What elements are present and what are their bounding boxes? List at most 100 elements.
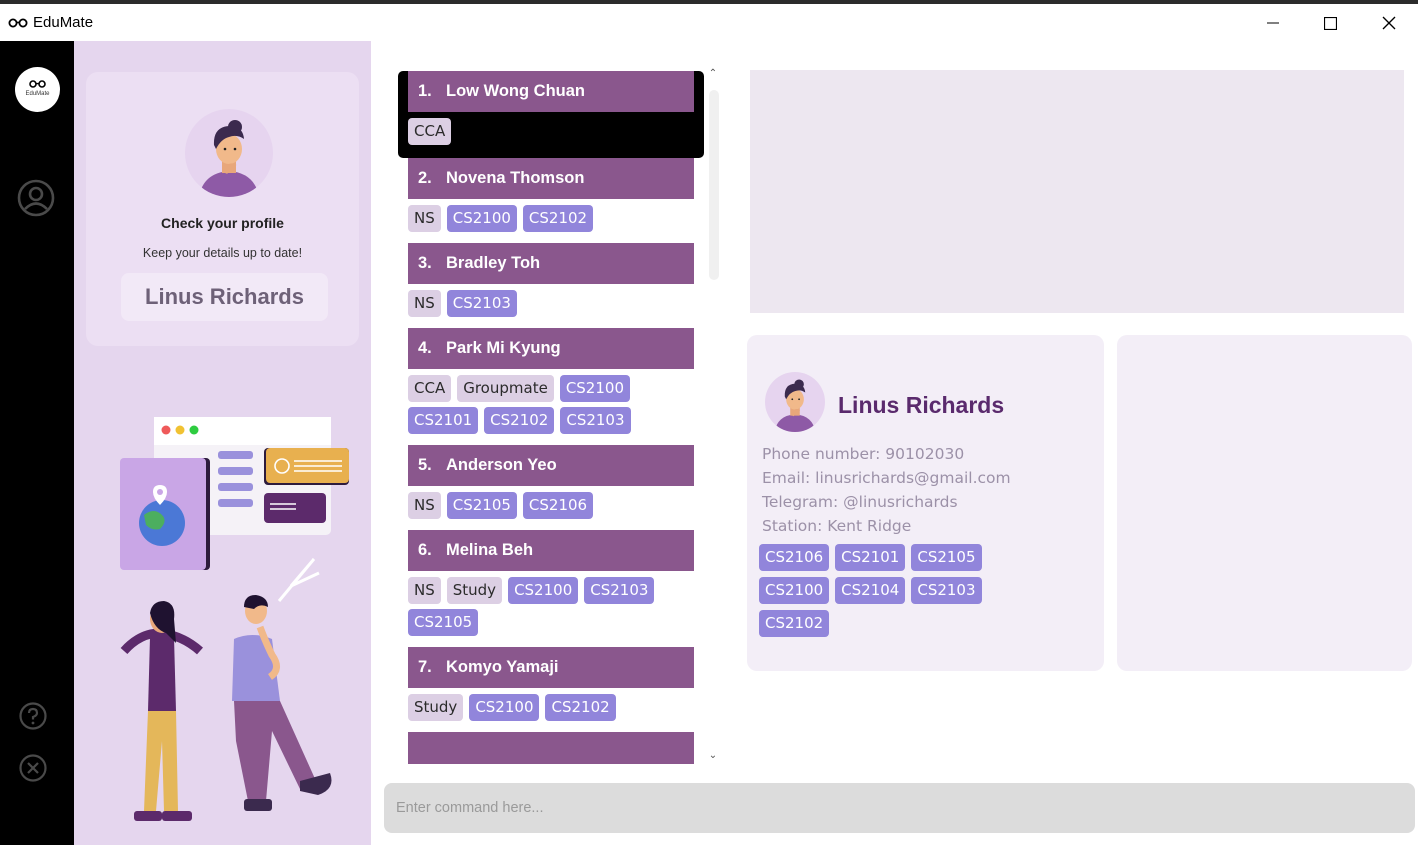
nav-rail: EduMate <box>0 41 74 845</box>
group-tag: NS <box>408 205 441 232</box>
contact-detail-card: Linus Richards Phone number: 90102030 Em… <box>747 335 1104 671</box>
module-tag: CS2106 <box>759 544 830 571</box>
module-tag: CS2102 <box>759 610 830 637</box>
exit-icon[interactable] <box>18 753 48 783</box>
profile-card-subtitle: Keep your details up to date! <box>142 246 303 260</box>
glasses-icon <box>8 18 28 28</box>
scroll-up-icon[interactable]: ⌃ <box>706 68 720 79</box>
detail-module-tags: CS2106 CS2101 CS2105 CS2100 CS2104 CS2103 CS21… <box>759 544 1059 643</box>
profile-card: Check your profile Keep your details up … <box>86 72 359 346</box>
contact-header[interactable]: 2. Novena Thomson <box>408 158 694 199</box>
group-tag: NS <box>408 577 441 604</box>
title-bar: EduMate <box>0 4 1418 41</box>
close-icon <box>1382 16 1396 30</box>
command-input[interactable] <box>384 783 1415 833</box>
module-tag: CS2102 <box>522 205 594 232</box>
contact-header[interactable]: 1. Low Wong Chuan <box>408 71 694 112</box>
list-item[interactable]: 2. Novena Thomson NS CS2100 CS2102 <box>398 158 704 243</box>
detail-station: Station: Kent Ridge <box>762 517 912 535</box>
profile-panel: Check your profile Keep your details up … <box>74 41 371 845</box>
module-tag: CS2100 <box>759 577 830 604</box>
side-card <box>1117 335 1412 671</box>
contact-header[interactable]: 6. Melina Beh <box>408 530 694 571</box>
maximize-icon <box>1323 16 1337 30</box>
help-icon[interactable] <box>18 701 48 731</box>
list-item[interactable]: 1. Low Wong Chuan CCA <box>398 71 704 158</box>
app-logo: EduMate <box>15 67 60 112</box>
module-tag: CS2105 <box>408 609 479 636</box>
contact-name: Park Mi Kyung <box>446 339 561 357</box>
contact-header[interactable]: 3. Bradley Toh <box>408 243 694 284</box>
list-item[interactable]: 6. Melina Beh NS Study CS2100 CS2103 CS2105 <box>398 530 704 647</box>
contact-index: 3. <box>418 254 432 272</box>
contact-name: Novena Thomson <box>446 169 585 187</box>
module-tag: CS2105 <box>911 544 982 571</box>
profile-icon[interactable] <box>17 179 55 217</box>
module-tag: CS2103 <box>584 577 655 604</box>
group-tag: CCA <box>408 375 452 402</box>
detail-phone: Phone number: 90102030 <box>762 445 965 463</box>
module-tag: CS2100 <box>559 375 630 402</box>
detail-panel: Linus Richards Phone number: 90102030 Em… <box>734 54 1418 771</box>
group-tag: NS <box>408 492 441 519</box>
module-tag: CS2101 <box>835 544 906 571</box>
module-tag: CS2103 <box>911 577 982 604</box>
contact-index: 7. <box>418 658 432 676</box>
module-tag: CS2100 <box>446 205 517 232</box>
list-item[interactable]: 5. Anderson Yeo NS CS2105 CS2106 <box>398 445 704 530</box>
maximize-button[interactable] <box>1307 8 1353 38</box>
contact-list[interactable]: 1. Low Wong Chuan CCA 2. Novena Thomson NS CS2… <box>398 68 704 764</box>
module-tag: CS2103 <box>446 290 517 317</box>
module-tag: CS2106 <box>522 492 594 519</box>
contact-tags: CCA <box>408 112 694 158</box>
group-tag: Groupmate <box>457 375 554 402</box>
group-tag: Study <box>446 577 503 604</box>
contact-tags: NS CS2103 <box>408 284 694 328</box>
group-tag: Study <box>408 694 464 721</box>
list-item[interactable]: 4. Park Mi Kyung CCA Groupmate CS2100 CS2101 C… <box>398 328 704 445</box>
module-tag: CS2102 <box>545 694 616 721</box>
module-tag: CS2102 <box>484 407 555 434</box>
list-item[interactable] <box>398 732 704 764</box>
glasses-icon <box>29 80 46 88</box>
profile-name[interactable]: Linus Richards <box>121 273 328 321</box>
detail-email: Email: linusrichards@gmail.com <box>762 469 1011 487</box>
list-scrollbar[interactable]: ⌃ ⌄ <box>706 68 720 764</box>
contact-header[interactable]: 5. Anderson Yeo <box>408 445 694 486</box>
contact-tags: NS Study CS2100 CS2103 CS2105 <box>408 571 694 647</box>
contact-tags: NS CS2105 CS2106 <box>408 486 694 530</box>
profile-card-title: Check your profile <box>161 215 284 231</box>
contact-tags: NS CS2100 CS2102 <box>408 199 694 243</box>
avatar <box>185 109 273 197</box>
contact-header[interactable] <box>408 732 694 764</box>
module-tag: CS2101 <box>408 407 479 434</box>
contact-index: 6. <box>418 541 432 559</box>
module-tag: CS2104 <box>835 577 906 604</box>
contact-name: Bradley Toh <box>446 254 541 272</box>
minimize-icon <box>1267 22 1279 24</box>
module-tag: CS2103 <box>560 407 631 434</box>
contact-name: Melina Beh <box>446 541 534 559</box>
group-tag: CCA <box>408 118 452 145</box>
module-tag: CS2105 <box>446 492 517 519</box>
detail-name: Linus Richards <box>838 392 1005 418</box>
group-tag: NS <box>408 290 441 317</box>
contact-index: 5. <box>418 456 432 474</box>
contact-tags: CCA Groupmate CS2100 CS2101 CS2102 CS2103 <box>408 369 694 445</box>
contact-index: 2. <box>418 169 432 187</box>
contact-header[interactable]: 4. Park Mi Kyung <box>408 328 694 369</box>
list-item[interactable]: 3. Bradley Toh NS CS2103 <box>398 243 704 328</box>
scroll-down-icon[interactable]: ⌄ <box>706 750 720 761</box>
contact-tags: Study CS2100 CS2102 <box>408 688 694 732</box>
scroll-thumb[interactable] <box>709 90 719 280</box>
contact-name: Komyo Yamaji <box>446 658 559 676</box>
contact-header[interactable]: 7. Komyo Yamaji <box>408 647 694 688</box>
avatar <box>765 372 825 432</box>
module-tag: CS2100 <box>508 577 579 604</box>
window-title: EduMate <box>33 14 94 31</box>
minimize-button[interactable] <box>1250 8 1296 38</box>
list-item[interactable]: 7. Komyo Yamaji Study CS2100 CS2102 <box>398 647 704 732</box>
close-window-button[interactable] <box>1366 8 1412 38</box>
contact-list-panel: 1. Low Wong Chuan CCA 2. Novena Thomson NS CS2… <box>384 54 723 771</box>
module-tag: CS2100 <box>469 694 540 721</box>
